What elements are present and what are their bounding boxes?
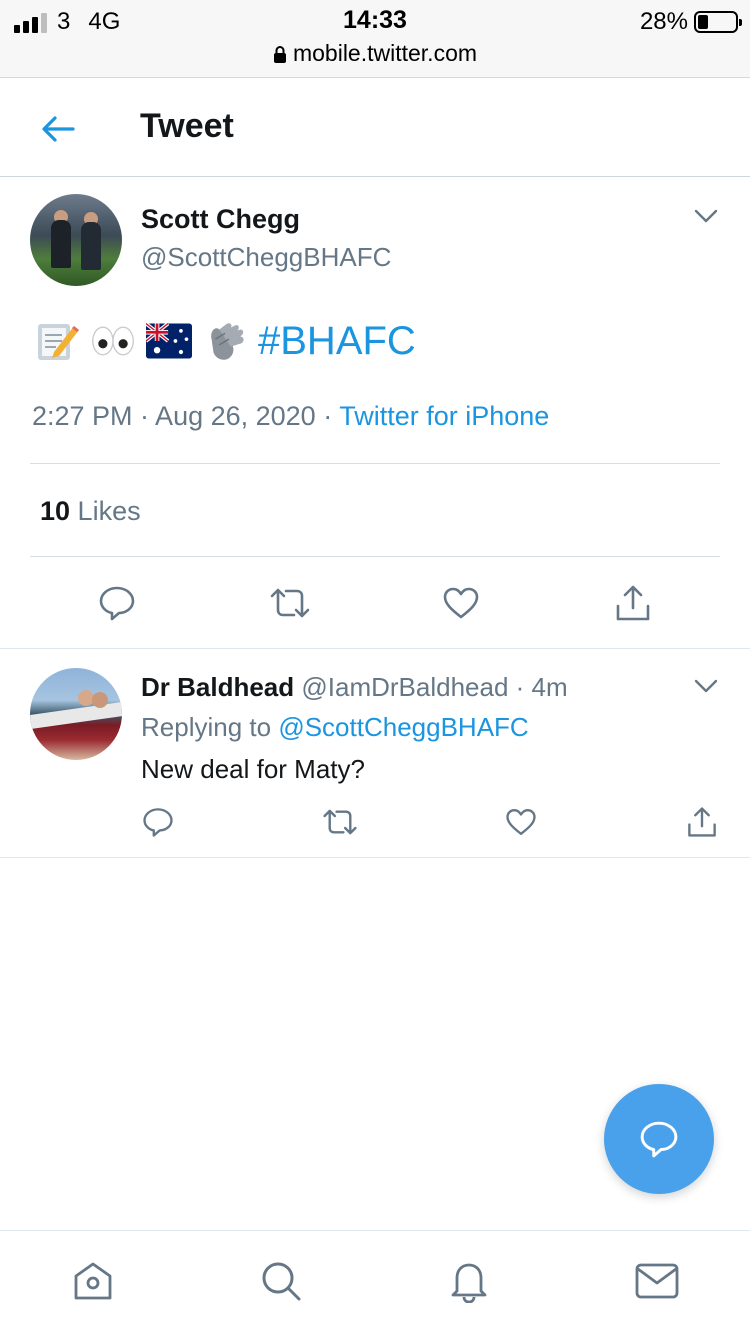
reply-button[interactable] <box>95 581 139 625</box>
like-button[interactable] <box>439 581 483 625</box>
clapping-hands-icon <box>202 318 248 364</box>
status-bar: 3 4G 14:33 mobile.twitter.com 28% <box>0 0 750 78</box>
page-title: Tweet <box>140 107 234 145</box>
reply-icon <box>143 808 173 837</box>
reply-author-avatar[interactable] <box>30 668 122 760</box>
memo-icon <box>34 318 80 364</box>
timestamp[interactable]: 2:27 PM · Aug 26, 2020 · <box>32 401 339 431</box>
reply-share-button[interactable] <box>680 800 724 844</box>
nav-notifications[interactable] <box>445 1257 493 1305</box>
reply-separator <box>0 857 750 858</box>
reply-menu-button[interactable] <box>692 672 720 700</box>
hashtag-link[interactable]: #BHAFC <box>258 319 416 364</box>
reply-reply-button[interactable] <box>136 800 180 844</box>
tweet-meta: 2:27 PM · Aug 26, 2020 · Twitter for iPh… <box>32 401 549 432</box>
heart-icon <box>506 809 536 835</box>
tweet-separator <box>0 648 750 649</box>
reply-header: Dr Baldhead @IamDrBaldhead · 4m <box>141 672 568 703</box>
author-avatar[interactable] <box>30 194 122 286</box>
divider <box>30 463 720 464</box>
tweet-body: #BHAFC <box>34 314 416 368</box>
heart-icon <box>443 587 479 619</box>
retweet-icon <box>270 588 310 618</box>
eyes-icon <box>90 318 136 364</box>
battery-percent: 28% <box>639 8 688 35</box>
status-right: 28% <box>639 8 742 36</box>
page-header: Tweet <box>0 79 750 177</box>
back-button[interactable] <box>38 109 78 149</box>
australia-flag-icon <box>146 318 192 364</box>
nav-search[interactable] <box>257 1257 305 1305</box>
replying-to-link[interactable]: @ScottCheggBHAFC <box>278 712 528 742</box>
reply-body: New deal for Maty? <box>141 754 365 784</box>
messages-icon <box>635 1263 679 1299</box>
home-icon <box>74 1262 112 1300</box>
lock-icon <box>273 46 286 63</box>
replying-to: Replying to @ScottCheggBHAFC <box>141 712 529 743</box>
clock: 14:33 <box>343 6 407 34</box>
author-name[interactable]: Scott Chegg <box>141 204 300 235</box>
notifications-icon <box>451 1263 487 1303</box>
arrow-left-icon <box>42 116 75 142</box>
url-text: mobile.twitter.com <box>292 40 478 66</box>
retweet-icon <box>323 809 357 835</box>
reply-icon <box>640 1121 678 1158</box>
likes-label: Likes <box>70 496 141 526</box>
battery-icon <box>694 11 742 33</box>
reply-retweet-button[interactable] <box>318 800 362 844</box>
divider <box>30 556 720 557</box>
address-bar[interactable]: mobile.twitter.com <box>0 40 750 67</box>
nav-messages[interactable] <box>633 1257 681 1305</box>
replying-prefix: Replying to <box>141 712 279 742</box>
source-link[interactable]: Twitter for iPhone <box>339 401 549 431</box>
share-icon <box>688 807 716 837</box>
retweet-button[interactable] <box>268 581 312 625</box>
nav-home[interactable] <box>69 1257 117 1305</box>
chevron-down-icon <box>694 209 718 223</box>
share-button[interactable] <box>611 581 655 625</box>
likes-number: 10 <box>40 496 71 526</box>
search-icon <box>262 1262 301 1301</box>
reply-like-button[interactable] <box>499 800 543 844</box>
likes-count[interactable]: 10 Likes <box>40 496 141 527</box>
author-handle[interactable]: @ScottCheggBHAFC <box>141 242 391 273</box>
reply-icon <box>99 586 135 621</box>
chevron-down-icon <box>694 679 718 693</box>
reply-author-name[interactable]: Dr Baldhead <box>141 672 294 702</box>
share-icon <box>616 585 650 621</box>
tweet-menu-button[interactable] <box>692 202 720 230</box>
compose-reply-button[interactable] <box>604 1084 714 1194</box>
bottom-nav <box>0 1230 750 1334</box>
reply-author-handle[interactable]: @IamDrBaldhead · 4m <box>294 672 567 702</box>
